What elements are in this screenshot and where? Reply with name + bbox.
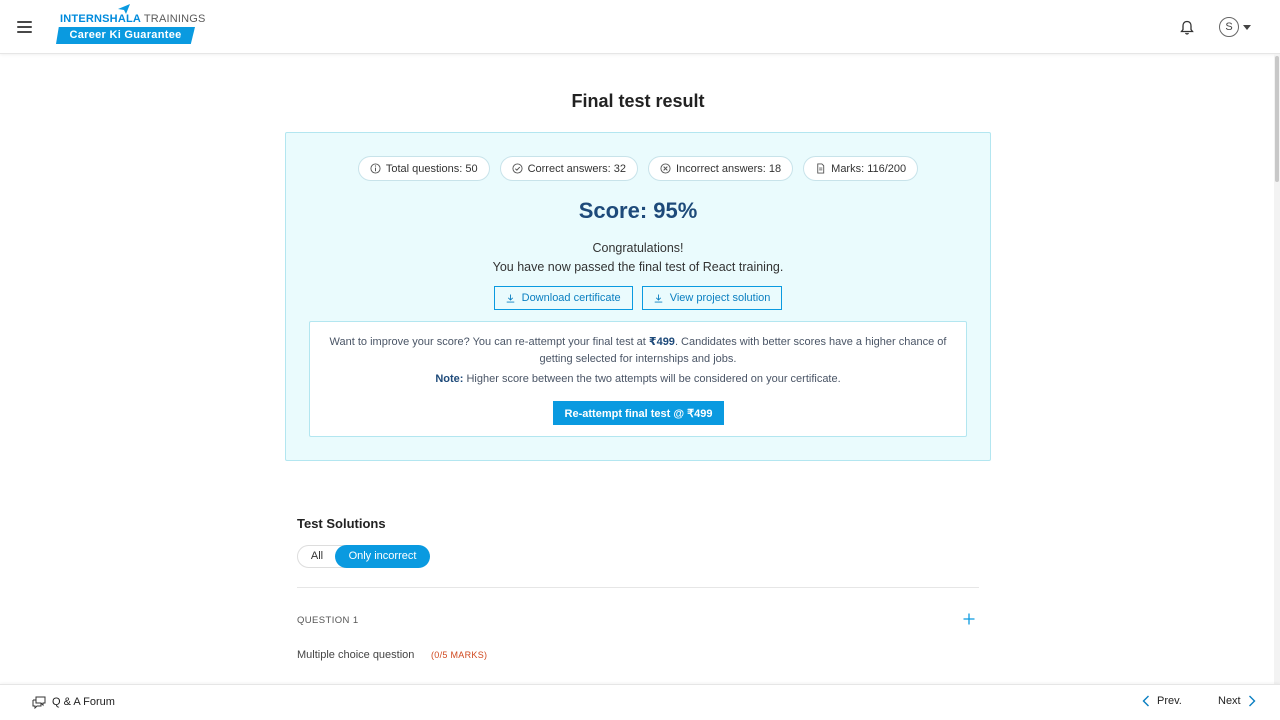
qa-forum-link[interactable]: Q & A Forum	[32, 695, 115, 709]
result-card: Total questions: 50 Correct answers: 32 …	[285, 132, 991, 461]
stat-correct-answers: Correct answers: 32	[499, 156, 638, 181]
stat-total-questions: Total questions: 50	[357, 156, 490, 181]
filter-only-incorrect-button[interactable]: Only incorrect	[335, 545, 430, 568]
chevron-left-icon	[1142, 695, 1149, 707]
download-icon	[654, 293, 662, 303]
download-icon	[506, 293, 514, 303]
expand-plus-icon[interactable]	[962, 612, 976, 626]
question-marks: (0/5 MARKS)	[431, 650, 488, 660]
divider	[297, 587, 979, 588]
stat-incorrect-answers: Incorrect answers: 18	[648, 156, 794, 181]
stats-row: Total questions: 50 Correct answers: 32 …	[286, 156, 990, 181]
filter-all-button[interactable]: All	[298, 546, 336, 567]
score-heading: Score: 95%	[578, 198, 698, 223]
logo-tagline: Career Ki Guarantee	[56, 27, 195, 44]
view-project-solution-button[interactable]: View project solution	[641, 286, 783, 310]
stat-marks: Marks: 116/200	[803, 156, 919, 181]
question-type: Multiple choice question	[297, 649, 415, 661]
congrats-message: Congratulations! You have now passed the…	[286, 239, 990, 277]
next-button[interactable]: Next	[1218, 695, 1256, 707]
improve-score-text: Want to improve your score? You can re-a…	[329, 336, 947, 365]
note-text: Note: Higher score between the two attem…	[435, 373, 841, 385]
internshala-logo[interactable]: INTERNSHALA TRAININGS Career Ki Guarante…	[56, 4, 205, 47]
download-certificate-button[interactable]: Download certificate	[493, 286, 633, 310]
scrollbar-thumb[interactable]	[1275, 56, 1279, 182]
top-header: INTERNSHALA TRAININGS Career Ki Guarante…	[0, 0, 1280, 54]
check-circle-icon	[512, 163, 523, 174]
document-icon	[817, 163, 825, 174]
x-circle-icon	[660, 163, 671, 174]
action-buttons: Download certificate View project soluti…	[286, 286, 990, 310]
reattempt-final-test-button[interactable]: Re-attempt final test @ ₹499	[553, 401, 724, 425]
notification-bell-icon[interactable]	[1180, 20, 1194, 36]
page-title: Final test result	[571, 91, 705, 111]
info-icon	[370, 163, 381, 174]
chat-bubbles-icon	[32, 696, 46, 709]
reattempt-box: Want to improve your score? You can re-a…	[309, 321, 967, 437]
logo-wordmark: INTERNSHALA TRAININGS	[60, 13, 206, 25]
user-avatar[interactable]: S	[1219, 17, 1239, 37]
passed-message: You have now passed the final test of Re…	[492, 260, 784, 274]
prev-button[interactable]: Prev.	[1142, 695, 1182, 707]
solutions-filter-toggle: All Only incorrect	[297, 545, 430, 568]
test-solutions-heading: Test Solutions	[297, 516, 386, 531]
reattempt-price: ₹499	[648, 336, 675, 348]
chevron-down-icon[interactable]	[1243, 25, 1251, 30]
bottom-nav-bar: Q & A Forum Prev. Next	[0, 684, 1280, 720]
chevron-right-icon	[1248, 695, 1256, 707]
hamburger-menu-icon[interactable]	[17, 21, 32, 33]
congrats-line: Congratulations!	[592, 241, 684, 255]
question-label: QUESTION 1	[297, 615, 359, 626]
